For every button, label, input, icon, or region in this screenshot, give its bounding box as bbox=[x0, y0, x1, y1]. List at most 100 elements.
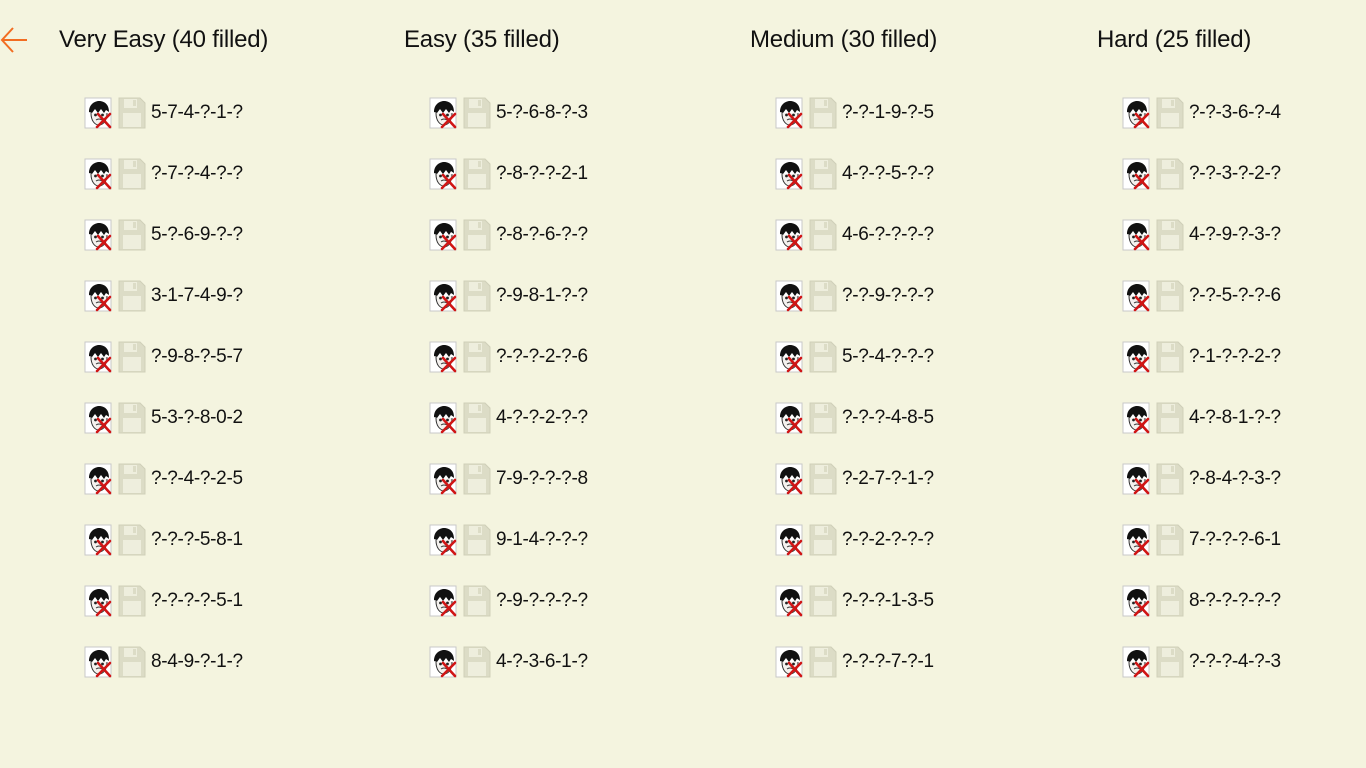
puzzle-list-item[interactable]: ?-9-8-1-?-? bbox=[429, 280, 588, 341]
save-puzzle-icon[interactable] bbox=[463, 158, 491, 190]
puzzle-row[interactable]: ?-2-7-?-1-? bbox=[775, 463, 934, 495]
delete-puzzle-icon[interactable] bbox=[84, 341, 114, 373]
delete-puzzle-icon[interactable] bbox=[84, 646, 114, 678]
save-puzzle-icon[interactable] bbox=[118, 646, 146, 678]
save-puzzle-icon[interactable] bbox=[118, 219, 146, 251]
save-puzzle-icon[interactable] bbox=[1156, 280, 1184, 312]
puzzle-row[interactable]: 5-?-6-9-?-? bbox=[84, 219, 243, 251]
puzzle-row[interactable]: 5-?-4-?-?-? bbox=[775, 341, 934, 373]
delete-puzzle-icon[interactable] bbox=[84, 463, 114, 495]
puzzle-row[interactable]: ?-?-1-9-?-5 bbox=[775, 97, 934, 129]
delete-puzzle-icon[interactable] bbox=[84, 97, 114, 129]
puzzle-row[interactable]: 4-6-?-?-?-? bbox=[775, 219, 934, 251]
puzzle-list-item[interactable]: ?-?-5-?-?-6 bbox=[1122, 280, 1281, 341]
puzzle-row[interactable]: ?-?-9-?-?-? bbox=[775, 280, 934, 312]
puzzle-list-item[interactable]: ?-?-4-?-2-5 bbox=[84, 463, 243, 524]
puzzle-list-item[interactable]: 5-7-4-?-1-? bbox=[84, 97, 243, 158]
delete-puzzle-icon[interactable] bbox=[775, 280, 805, 312]
delete-puzzle-icon[interactable] bbox=[429, 646, 459, 678]
puzzle-row[interactable]: 5-?-6-8-?-3 bbox=[429, 97, 588, 129]
save-puzzle-icon[interactable] bbox=[118, 524, 146, 556]
puzzle-row[interactable]: ?-?-4-?-2-5 bbox=[84, 463, 243, 495]
delete-puzzle-icon[interactable] bbox=[1122, 341, 1152, 373]
delete-puzzle-icon[interactable] bbox=[1122, 524, 1152, 556]
puzzle-list-item[interactable]: ?-8-?-6-?-? bbox=[429, 219, 588, 280]
puzzle-row[interactable]: ?-1-?-?-2-? bbox=[1122, 341, 1281, 373]
puzzle-list-item[interactable]: ?-7-?-4-?-? bbox=[84, 158, 243, 219]
puzzle-list-item[interactable]: ?-9-?-?-?-? bbox=[429, 585, 588, 646]
puzzle-row[interactable]: 9-1-4-?-?-? bbox=[429, 524, 588, 556]
delete-puzzle-icon[interactable] bbox=[1122, 280, 1152, 312]
puzzle-row[interactable]: ?-8-?-6-?-? bbox=[429, 219, 588, 251]
delete-puzzle-icon[interactable] bbox=[775, 158, 805, 190]
save-puzzle-icon[interactable] bbox=[809, 219, 837, 251]
delete-puzzle-icon[interactable] bbox=[775, 585, 805, 617]
delete-puzzle-icon[interactable] bbox=[1122, 97, 1152, 129]
save-puzzle-icon[interactable] bbox=[1156, 219, 1184, 251]
puzzle-list-item[interactable]: ?-8-4-?-3-? bbox=[1122, 463, 1281, 524]
puzzle-list-item[interactable]: ?-?-1-9-?-5 bbox=[775, 97, 934, 158]
puzzle-row[interactable]: ?-9-8-?-5-7 bbox=[84, 341, 243, 373]
delete-puzzle-icon[interactable] bbox=[84, 219, 114, 251]
save-puzzle-icon[interactable] bbox=[118, 158, 146, 190]
puzzle-list-item[interactable]: 7-?-?-?-6-1 bbox=[1122, 524, 1281, 585]
puzzle-list-item[interactable]: ?-?-9-?-?-? bbox=[775, 280, 934, 341]
delete-puzzle-icon[interactable] bbox=[775, 524, 805, 556]
puzzle-list-item[interactable]: ?-2-7-?-1-? bbox=[775, 463, 934, 524]
save-puzzle-icon[interactable] bbox=[1156, 463, 1184, 495]
delete-puzzle-icon[interactable] bbox=[429, 585, 459, 617]
save-puzzle-icon[interactable] bbox=[463, 97, 491, 129]
delete-puzzle-icon[interactable] bbox=[1122, 219, 1152, 251]
delete-puzzle-icon[interactable] bbox=[775, 646, 805, 678]
delete-puzzle-icon[interactable] bbox=[84, 585, 114, 617]
puzzle-row[interactable]: ?-8-?-?-2-1 bbox=[429, 158, 588, 190]
puzzle-row[interactable]: 8-?-?-?-?-? bbox=[1122, 585, 1281, 617]
puzzle-list-item[interactable]: ?-1-?-?-2-? bbox=[1122, 341, 1281, 402]
puzzle-list-item[interactable]: 5-?-6-9-?-? bbox=[84, 219, 243, 280]
delete-puzzle-icon[interactable] bbox=[84, 524, 114, 556]
puzzle-list-item[interactable]: 5-?-4-?-?-? bbox=[775, 341, 934, 402]
save-puzzle-icon[interactable] bbox=[118, 585, 146, 617]
puzzle-list-item[interactable]: 4-?-?-2-?-? bbox=[429, 402, 588, 463]
puzzle-row[interactable]: 4-?-9-?-3-? bbox=[1122, 219, 1281, 251]
save-puzzle-icon[interactable] bbox=[809, 341, 837, 373]
save-puzzle-icon[interactable] bbox=[118, 463, 146, 495]
delete-puzzle-icon[interactable] bbox=[429, 402, 459, 434]
puzzle-row[interactable]: ?-?-?-?-5-1 bbox=[84, 585, 243, 617]
puzzle-list-item[interactable]: 4-?-3-6-1-? bbox=[429, 646, 588, 707]
save-puzzle-icon[interactable] bbox=[809, 280, 837, 312]
save-puzzle-icon[interactable] bbox=[1156, 524, 1184, 556]
puzzle-list-item[interactable]: 8-?-?-?-?-? bbox=[1122, 585, 1281, 646]
save-puzzle-icon[interactable] bbox=[1156, 646, 1184, 678]
delete-puzzle-icon[interactable] bbox=[775, 97, 805, 129]
puzzle-row[interactable]: ?-?-?-4-?-3 bbox=[1122, 646, 1281, 678]
save-puzzle-icon[interactable] bbox=[463, 524, 491, 556]
save-puzzle-icon[interactable] bbox=[463, 585, 491, 617]
puzzle-list-item[interactable]: ?-?-3-?-2-? bbox=[1122, 158, 1281, 219]
puzzle-row[interactable]: 4-?-?-5-?-? bbox=[775, 158, 934, 190]
save-puzzle-icon[interactable] bbox=[809, 158, 837, 190]
puzzle-list-item[interactable]: 5-3-?-8-0-2 bbox=[84, 402, 243, 463]
save-puzzle-icon[interactable] bbox=[1156, 341, 1184, 373]
puzzle-list-item[interactable]: ?-?-?-7-?-1 bbox=[775, 646, 934, 707]
save-puzzle-icon[interactable] bbox=[1156, 402, 1184, 434]
save-puzzle-icon[interactable] bbox=[118, 97, 146, 129]
save-puzzle-icon[interactable] bbox=[809, 585, 837, 617]
puzzle-row[interactable]: 5-3-?-8-0-2 bbox=[84, 402, 243, 434]
puzzle-row[interactable]: ?-9-?-?-?-? bbox=[429, 585, 588, 617]
delete-puzzle-icon[interactable] bbox=[1122, 585, 1152, 617]
delete-puzzle-icon[interactable] bbox=[429, 158, 459, 190]
puzzle-list-item[interactable]: ?-?-?-2-?-6 bbox=[429, 341, 588, 402]
save-puzzle-icon[interactable] bbox=[463, 646, 491, 678]
delete-puzzle-icon[interactable] bbox=[775, 402, 805, 434]
puzzle-row[interactable]: 3-1-7-4-9-? bbox=[84, 280, 243, 312]
puzzle-row[interactable]: ?-?-5-?-?-6 bbox=[1122, 280, 1281, 312]
puzzle-list-item[interactable]: ?-?-2-?-?-? bbox=[775, 524, 934, 585]
delete-puzzle-icon[interactable] bbox=[429, 97, 459, 129]
save-puzzle-icon[interactable] bbox=[463, 341, 491, 373]
puzzle-row[interactable]: ?-?-?-1-3-5 bbox=[775, 585, 934, 617]
save-puzzle-icon[interactable] bbox=[1156, 97, 1184, 129]
puzzle-row[interactable]: 7-?-?-?-6-1 bbox=[1122, 524, 1281, 556]
puzzle-row[interactable]: ?-?-?-7-?-1 bbox=[775, 646, 934, 678]
delete-puzzle-icon[interactable] bbox=[84, 402, 114, 434]
